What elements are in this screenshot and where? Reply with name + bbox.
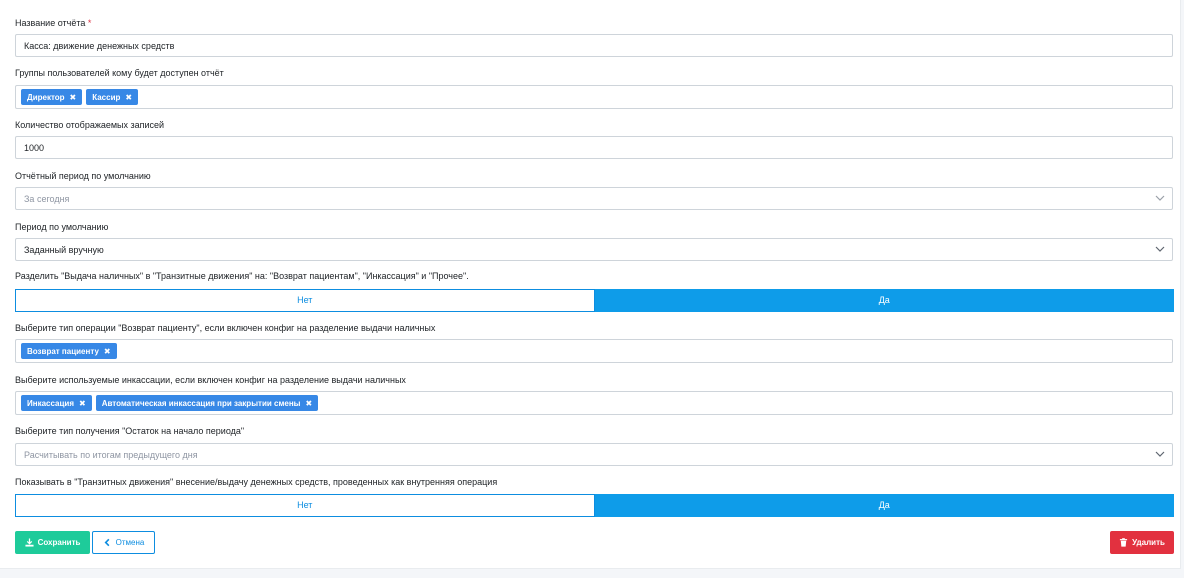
trash-icon xyxy=(1119,538,1128,547)
show-internal-label: Показывать в "Транзитных движения" внесе… xyxy=(15,477,498,487)
records-count-label: Количество отображаемых записей xyxy=(15,120,165,130)
close-icon[interactable]: ✖ xyxy=(104,344,111,359)
cancel-button[interactable]: Отмена xyxy=(92,531,155,554)
default-period-label: Период по умолчанию xyxy=(15,222,109,232)
download-icon xyxy=(25,538,34,547)
tag-label: Автоматическая инкассация при закрытии с… xyxy=(101,398,301,408)
tag-label: Инкассация xyxy=(27,398,74,408)
default-period-select[interactable]: Заданный вручную xyxy=(15,238,1173,261)
save-button-label: Сохранить xyxy=(37,538,81,547)
show-internal-no-button[interactable]: Нет xyxy=(15,494,595,517)
report-name-value: Касса: движение денежных средств xyxy=(24,41,175,51)
chevron-down-icon xyxy=(1155,246,1165,252)
default-report-period-label: Отчётный период по умолчанию xyxy=(15,171,151,181)
report-name-label-text: Название отчёта xyxy=(15,18,86,28)
chevron-left-icon xyxy=(104,538,110,547)
default-period-value: Заданный вручную xyxy=(24,245,104,255)
report-settings-form: Название отчёта * Касса: движение денежн… xyxy=(0,0,1181,569)
show-internal-yes-button[interactable]: Да xyxy=(594,494,1174,517)
delete-button-label: Удалить xyxy=(1132,538,1165,547)
tag-label: Директор xyxy=(27,92,65,102)
user-groups-multiselect[interactable]: Директор ✖ Кассир ✖ xyxy=(15,85,1173,109)
opening-balance-select[interactable]: Расчитывать по итогам предыдущего дня xyxy=(15,443,1173,466)
tag-label: Возврат пациенту xyxy=(27,346,99,356)
refund-type-label: Выберите тип операции "Возврат пациенту"… xyxy=(15,323,436,333)
tag-collection: Инкассация ✖ xyxy=(21,395,92,411)
collections-label: Выберите используемые инкассации, если в… xyxy=(15,375,406,385)
tag-refund: Возврат пациенту ✖ xyxy=(21,343,117,359)
close-icon[interactable]: ✖ xyxy=(79,396,86,411)
records-count-input[interactable]: 1000 xyxy=(15,136,1173,159)
tag-label: Кассир xyxy=(92,92,121,102)
split-cash-yes-button[interactable]: Да xyxy=(594,289,1174,312)
delete-button[interactable]: Удалить xyxy=(1110,531,1174,554)
report-name-input[interactable]: Касса: движение денежных средств xyxy=(15,34,1173,57)
split-cash-no-button[interactable]: Нет xyxy=(15,289,595,312)
split-cash-toggle: Нет Да xyxy=(15,289,1174,312)
opening-balance-label: Выберите тип получения "Остаток на начал… xyxy=(15,426,245,436)
chevron-down-icon xyxy=(1155,195,1165,201)
close-icon[interactable]: ✖ xyxy=(125,90,132,105)
default-report-period-value: За сегодня xyxy=(24,194,70,204)
collections-multiselect[interactable]: Инкассация ✖ Автоматическая инкассация п… xyxy=(15,391,1173,415)
default-report-period-select[interactable]: За сегодня xyxy=(15,187,1173,210)
tag-auto-collection: Автоматическая инкассация при закрытии с… xyxy=(95,395,319,411)
tag-cashier: Кассир ✖ xyxy=(86,89,139,105)
show-internal-toggle: Нет Да xyxy=(15,494,1174,517)
close-icon[interactable]: ✖ xyxy=(305,396,312,411)
opening-balance-value: Расчитывать по итогам предыдущего дня xyxy=(24,450,198,460)
tag-director: Директор ✖ xyxy=(21,89,83,105)
report-name-label: Название отчёта * xyxy=(15,18,91,28)
close-icon[interactable]: ✖ xyxy=(70,90,77,105)
required-mark: * xyxy=(87,18,92,28)
refund-type-multiselect[interactable]: Возврат пациенту ✖ xyxy=(15,339,1173,363)
chevron-down-icon xyxy=(1155,451,1165,457)
user-groups-label: Группы пользователей кому будет доступен… xyxy=(15,68,224,78)
cancel-button-label: Отмена xyxy=(115,538,145,547)
records-count-value: 1000 xyxy=(24,143,45,153)
save-button[interactable]: Сохранить xyxy=(15,531,90,554)
split-cash-label: Разделить "Выдача наличных" в "Транзитны… xyxy=(15,271,469,281)
